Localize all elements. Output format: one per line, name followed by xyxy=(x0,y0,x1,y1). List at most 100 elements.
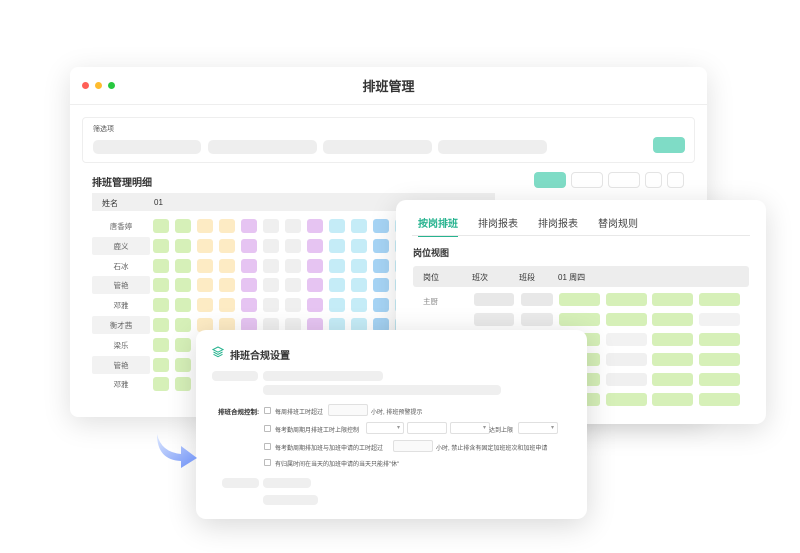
shift-cell[interactable] xyxy=(373,238,389,253)
shift-slot[interactable] xyxy=(521,313,553,326)
shift-cell[interactable] xyxy=(175,219,191,233)
shift-cell[interactable] xyxy=(219,298,235,313)
shift-cell[interactable] xyxy=(175,377,191,392)
limit-input[interactable] xyxy=(407,422,447,434)
assignment-cell[interactable] xyxy=(652,393,693,406)
shift-cell[interactable] xyxy=(285,219,301,233)
option-checkbox[interactable] xyxy=(264,407,271,414)
filter-field[interactable] xyxy=(93,140,201,154)
option-checkbox[interactable] xyxy=(264,443,271,450)
shift-cell[interactable] xyxy=(329,238,345,253)
shift-cell[interactable] xyxy=(373,298,389,313)
shift-cell[interactable] xyxy=(263,219,279,233)
shift-cell[interactable] xyxy=(219,258,235,273)
maximize-dot[interactable] xyxy=(108,82,115,89)
shift-cell[interactable] xyxy=(351,278,367,293)
shift-cell[interactable] xyxy=(153,298,169,313)
shift-cell[interactable] xyxy=(153,337,169,352)
shift-cell[interactable] xyxy=(175,357,191,372)
shift-cell[interactable] xyxy=(307,238,323,253)
shift-cell[interactable] xyxy=(241,278,257,293)
filter-field[interactable] xyxy=(323,140,432,154)
shift-slot[interactable] xyxy=(474,293,514,306)
shift-cell[interactable] xyxy=(329,278,345,293)
assignment-cell[interactable] xyxy=(559,313,600,326)
limit-select[interactable]: ▾ xyxy=(366,422,404,434)
assignment-cell[interactable] xyxy=(606,353,647,366)
assignment-cell[interactable] xyxy=(652,313,693,326)
shift-cell[interactable] xyxy=(241,219,257,233)
shift-cell[interactable] xyxy=(373,258,389,273)
shift-cell[interactable] xyxy=(197,238,213,253)
shift-cell[interactable] xyxy=(219,238,235,253)
shift-cell[interactable] xyxy=(263,278,279,293)
shift-cell[interactable] xyxy=(153,219,169,233)
shift-cell[interactable] xyxy=(285,238,301,253)
shift-cell[interactable] xyxy=(351,298,367,313)
tab-post-report-2[interactable]: 排岗报表 xyxy=(538,215,578,230)
shift-cell[interactable] xyxy=(285,258,301,273)
shift-cell[interactable] xyxy=(219,219,235,233)
shift-cell[interactable] xyxy=(153,258,169,273)
shift-cell[interactable] xyxy=(373,278,389,293)
shift-cell[interactable] xyxy=(307,298,323,313)
shift-cell[interactable] xyxy=(175,318,191,332)
toolbar-button[interactable] xyxy=(571,172,603,188)
shift-cell[interactable] xyxy=(307,278,323,293)
assignment-cell[interactable] xyxy=(652,353,693,366)
shift-cell[interactable] xyxy=(285,298,301,313)
assignment-cell[interactable] xyxy=(606,293,647,306)
toolbar-icon-button[interactable] xyxy=(667,172,684,188)
shift-cell[interactable] xyxy=(241,258,257,273)
tab-post-report[interactable]: 排岗报表 xyxy=(478,215,518,230)
option-checkbox[interactable] xyxy=(264,425,271,432)
assignment-cell[interactable] xyxy=(606,373,647,386)
assignment-cell[interactable] xyxy=(699,313,740,326)
shift-cell[interactable] xyxy=(307,258,323,273)
tab-substitution-rules[interactable]: 替岗规则 xyxy=(598,215,638,230)
assignment-cell[interactable] xyxy=(699,333,740,346)
option-checkbox[interactable] xyxy=(264,459,271,466)
toolbar-icon-button[interactable] xyxy=(645,172,662,188)
filter-field[interactable] xyxy=(208,140,317,154)
shift-cell[interactable] xyxy=(197,278,213,293)
shift-slot[interactable] xyxy=(521,293,553,306)
shift-cell[interactable] xyxy=(197,219,213,233)
assignment-cell[interactable] xyxy=(652,293,693,306)
assignment-cell[interactable] xyxy=(652,333,693,346)
tab-post-schedule[interactable]: 按岗排班 xyxy=(418,215,458,237)
shift-cell[interactable] xyxy=(219,278,235,293)
shift-cell[interactable] xyxy=(329,298,345,313)
shift-slot[interactable] xyxy=(474,313,514,326)
shift-cell[interactable] xyxy=(307,219,323,233)
shift-cell[interactable] xyxy=(175,337,191,352)
minimize-dot[interactable] xyxy=(95,82,102,89)
shift-cell[interactable] xyxy=(241,238,257,253)
shift-cell[interactable] xyxy=(153,238,169,253)
shift-cell[interactable] xyxy=(351,258,367,273)
shift-cell[interactable] xyxy=(153,318,169,332)
shift-cell[interactable] xyxy=(175,258,191,273)
shift-cell[interactable] xyxy=(153,377,169,392)
shift-cell[interactable] xyxy=(351,219,367,233)
shift-cell[interactable] xyxy=(263,298,279,313)
shift-cell[interactable] xyxy=(329,219,345,233)
shift-cell[interactable] xyxy=(175,278,191,293)
shift-cell[interactable] xyxy=(153,357,169,372)
shift-cell[interactable] xyxy=(153,278,169,293)
action-select[interactable]: ▾ xyxy=(518,422,558,434)
shift-cell[interactable] xyxy=(175,298,191,313)
overtime-hours-input[interactable] xyxy=(393,440,433,452)
close-dot[interactable] xyxy=(82,82,89,89)
assignment-cell[interactable] xyxy=(699,393,740,406)
assignment-cell[interactable] xyxy=(606,393,647,406)
shift-cell[interactable] xyxy=(285,278,301,293)
toolbar-button[interactable] xyxy=(608,172,640,188)
shift-cell[interactable] xyxy=(329,258,345,273)
shift-cell[interactable] xyxy=(175,238,191,253)
shift-cell[interactable] xyxy=(241,298,257,313)
assignment-cell[interactable] xyxy=(699,353,740,366)
shift-cell[interactable] xyxy=(373,219,389,233)
assignment-cell[interactable] xyxy=(652,373,693,386)
filter-field[interactable] xyxy=(438,140,547,154)
